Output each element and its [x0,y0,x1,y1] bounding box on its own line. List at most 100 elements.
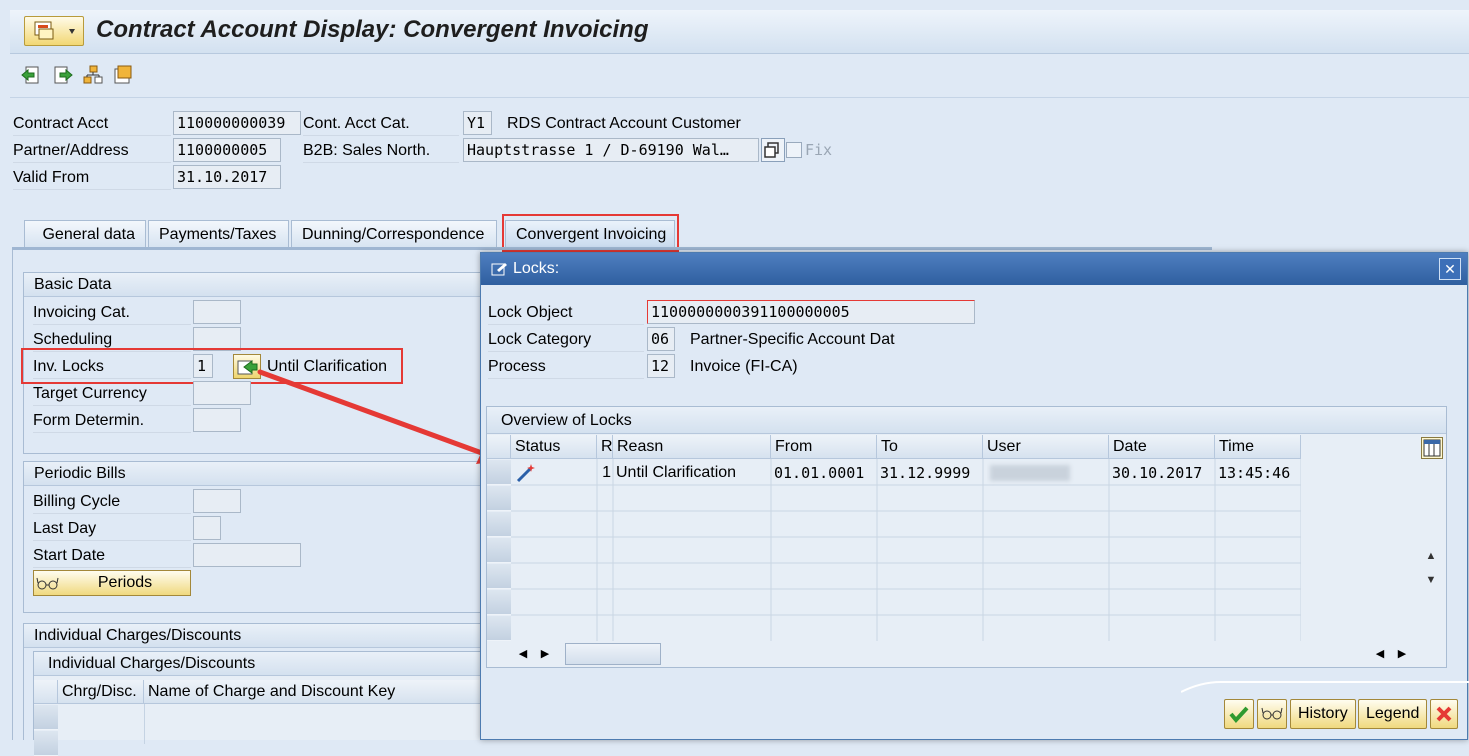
col-reasn[interactable]: Reasn [613,435,771,459]
process-label: Process [488,355,644,379]
valid-from-field[interactable]: 31.10.2017 [173,165,281,189]
partner-field[interactable]: 1100000005 [173,138,281,162]
previous-entry-icon[interactable] [20,64,42,86]
tab-payments-taxes[interactable]: Payments/Taxes [148,220,289,248]
col-date[interactable]: Date [1109,435,1215,459]
change-document-icon[interactable] [112,64,134,86]
address-field[interactable]: Hauptstrasse 1 / D-69190 Wal… [463,138,759,162]
scroll-down-button[interactable]: ▼ [1421,571,1441,589]
col-user[interactable]: User [983,435,1109,459]
row-selector[interactable] [487,460,511,485]
valid-from-label: Valid From [13,166,171,190]
table-grid [511,459,1301,641]
scroll-up-button[interactable]: ▲ [1421,547,1441,565]
tab-general-data[interactable]: General data [24,220,146,248]
lock-category-field[interactable]: 06 [647,327,675,351]
scroll-last-button[interactable]: ▶ [1394,645,1410,663]
application-toolbar [10,58,1469,98]
system-menu-icon [34,21,75,40]
table-row[interactable]: 1 Until Clarification 01.01.0001 31.12.9… [511,460,1301,486]
scroll-right-button[interactable]: ▶ [537,645,553,663]
process-field[interactable]: 12 [647,354,675,378]
charges-table: Individual Charges/Discounts Chrg/Disc. … [33,651,494,756]
cell-date: 30.10.2017 [1112,464,1203,482]
charges-row-selector[interactable] [34,731,58,756]
invoicing-cat-field[interactable] [193,300,241,324]
glasses-icon [1261,707,1283,720]
periods-button[interactable]: Periods [33,570,191,596]
fix-checkbox[interactable] [786,142,802,158]
col-time[interactable]: Time [1215,435,1301,459]
row-selector[interactable] [487,486,511,511]
billing-cycle-label: Billing Cycle [33,490,191,514]
address-detail-button[interactable] [761,138,785,162]
target-currency-field[interactable] [193,381,251,405]
history-button[interactable]: History [1290,699,1356,729]
last-day-field[interactable] [193,516,221,540]
lock-category-label: Lock Category [488,328,644,352]
col-from[interactable]: From [771,435,877,459]
cell-from: 01.01.0001 [774,464,865,482]
annotation-arrow [257,369,502,464]
lock-category-text: Partner-Specific Account Dat [690,331,895,348]
close-icon: ✕ [1444,261,1456,277]
column-settings-button[interactable] [1421,437,1443,459]
cell-time: 13:45:46 [1218,464,1291,482]
legend-button[interactable]: Legend [1358,699,1428,729]
start-date-field[interactable] [193,543,301,567]
contract-acct-field[interactable]: 110000000039 [173,111,301,135]
fix-label: Fix [805,141,833,159]
target-currency-label: Target Currency [33,382,191,406]
charges-heading: Individual Charges/Discounts [24,624,492,648]
cancel-button[interactable] [1430,699,1458,729]
cell-to: 31.12.9999 [880,464,971,482]
cont-acct-cat-text: RDS Contract Account Customer [507,115,741,132]
b2b-label: B2B: Sales North. [303,139,459,163]
cont-acct-cat-label: Cont. Acct Cat. [303,112,459,136]
form-determin-field[interactable] [193,408,241,432]
col-to[interactable]: To [877,435,983,459]
copy-icon [764,142,779,158]
dialog-close-button[interactable]: ✕ [1439,258,1461,280]
start-date-label: Start Date [33,544,191,568]
invoicing-cat-label: Invoicing Cat. [33,301,191,325]
checkmark-icon [1229,706,1249,724]
col-r[interactable]: R [597,435,613,459]
lock-object-label: Lock Object [488,301,644,325]
display-button[interactable] [1257,699,1287,729]
last-day-label: Last Day [33,517,191,541]
row-selector[interactable] [487,538,511,563]
redacted-user-blur [990,465,1070,481]
row-selector[interactable] [487,590,511,615]
contract-acct-label: Contract Acct [13,112,171,136]
overview-of-locks-table: Overview of Locks Status R Reasn From To… [486,406,1447,668]
system-menu-button[interactable] [24,16,84,46]
charges-select-all[interactable] [34,680,58,704]
cont-acct-cat-field[interactable]: Y1 [463,111,492,135]
col-charge-name[interactable]: Name of Charge and Discount Key [144,680,494,704]
billing-cycle-field[interactable] [193,489,241,513]
magic-wand-status-icon [516,464,535,483]
horizontal-scroll-thumb[interactable] [565,643,661,665]
lock-object-field[interactable]: 1100000000391100000005 [647,300,975,324]
dialog-title-bar: Locks: ✕ [481,253,1467,285]
row-selector[interactable] [487,564,511,589]
cancel-icon [1436,706,1452,722]
next-entry-icon[interactable] [52,64,74,86]
scroll-first-button[interactable]: ◀ [1372,645,1388,663]
row-selector[interactable] [487,512,511,537]
charges-column-divider [144,704,145,744]
dialog-edit-icon [491,263,507,276]
charges-row-selector[interactable] [34,705,58,730]
table-settings-icon [1423,439,1441,457]
scroll-left-button[interactable]: ◀ [515,645,531,663]
confirm-button[interactable] [1224,699,1254,729]
tab-dunning-correspondence[interactable]: Dunning/Correspondence [291,220,497,248]
process-text: Invoice (FI-CA) [690,358,798,375]
row-selector[interactable] [487,616,511,641]
select-all-rows[interactable] [487,435,511,459]
hierarchy-icon[interactable] [82,64,104,86]
col-status[interactable]: Status [511,435,597,459]
col-chrg-disc[interactable]: Chrg/Disc. [58,680,144,704]
locks-dialog: Locks: ✕ Lock Object 1100000000391100000… [480,252,1469,740]
